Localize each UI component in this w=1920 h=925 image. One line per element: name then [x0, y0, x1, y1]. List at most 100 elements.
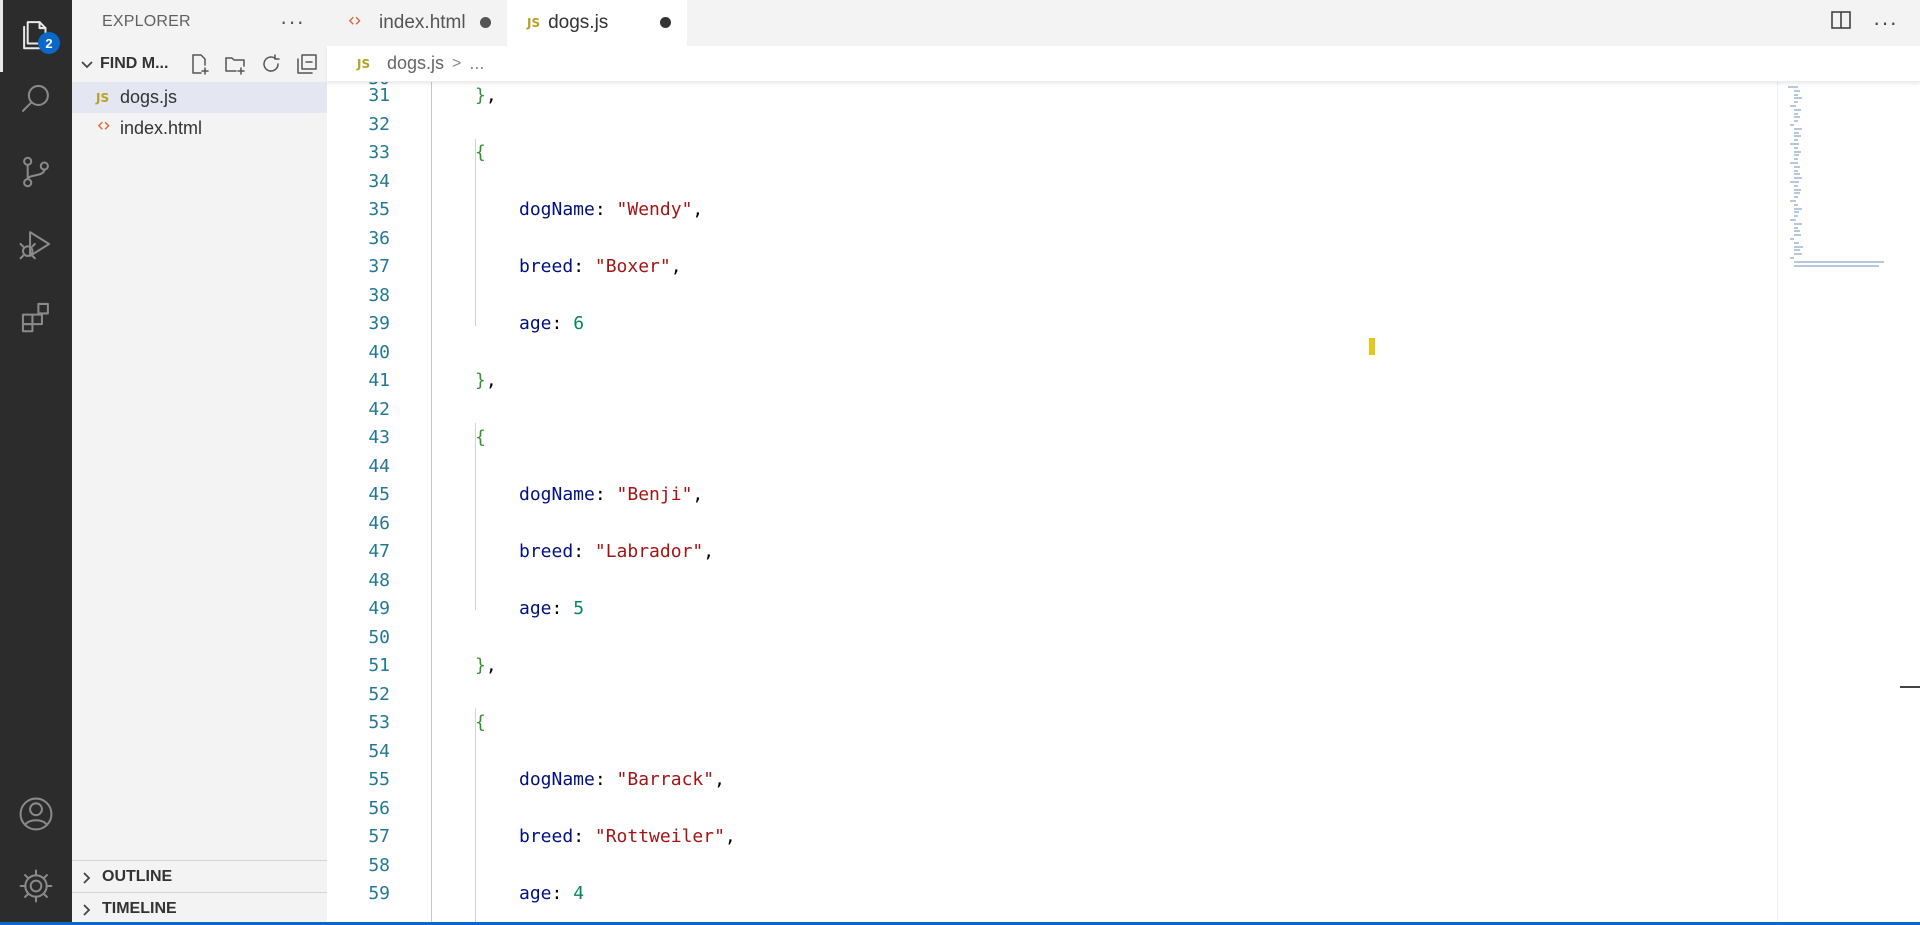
code-token: 4	[573, 883, 585, 904]
minimap-line	[1790, 105, 1796, 107]
minimap-line	[1790, 257, 1794, 259]
minimap-line	[1794, 158, 1798, 161]
code-line: 58	[327, 852, 1777, 880]
settings-button[interactable]	[0, 852, 72, 924]
minimap-line	[1794, 177, 1802, 180]
code-token: :	[594, 769, 617, 790]
line-number: 52	[368, 683, 390, 705]
code-text: },	[475, 367, 497, 395]
code-token: :	[551, 598, 574, 619]
minimap-line	[1794, 264, 1879, 267]
chevron-down-icon	[80, 58, 93, 70]
code-token: "Barrack"	[616, 769, 715, 790]
code-token: breed	[519, 256, 574, 277]
unsaved-dot-icon[interactable]	[660, 17, 671, 28]
line-number: 44	[368, 455, 390, 477]
code-line: 50	[327, 624, 1777, 652]
tab-index-html[interactable]: index.html	[327, 0, 507, 46]
search-button[interactable]	[0, 65, 72, 137]
minimap-line	[1794, 245, 1803, 248]
code-text: age: 5	[519, 595, 584, 623]
extensions-button[interactable]	[0, 283, 72, 355]
code-line: 32	[327, 111, 1777, 139]
code-token: "Rottweiler"	[594, 826, 725, 847]
breadcrumb-file[interactable]: dogs.js	[387, 53, 444, 74]
minimap-line	[1790, 162, 1798, 164]
code-token: :	[573, 541, 595, 562]
source-control-button[interactable]	[0, 138, 72, 210]
minimap-line	[1794, 215, 1798, 218]
code-text: {	[475, 424, 486, 452]
outline-panel-header[interactable]: OUTLINE	[72, 860, 327, 892]
sidebar-header: EXPLORER ···	[72, 0, 327, 44]
file-item-dogs-js[interactable]: JS dogs.js	[72, 82, 327, 113]
refresh-icon[interactable]	[259, 52, 283, 81]
code-token: ,	[485, 85, 497, 106]
new-folder-icon[interactable]	[223, 52, 247, 81]
line-number: 37	[368, 256, 390, 277]
code-text: age: 6	[519, 310, 584, 338]
collapse-all-icon[interactable]	[295, 52, 319, 81]
code-text: {	[475, 139, 486, 167]
code-text: dogName: "Barrack",	[519, 766, 725, 794]
code-token: {	[475, 427, 486, 448]
new-file-icon[interactable]	[187, 52, 211, 81]
minimap-line	[1794, 89, 1800, 92]
line-number: 56	[368, 797, 390, 819]
minimap[interactable]	[1777, 82, 1900, 925]
code-text: breed: "Boxer",	[519, 253, 682, 281]
tab-dogs-js[interactable]: JS dogs.js	[507, 0, 687, 46]
sidebar-title: EXPLORER	[102, 13, 191, 30]
folder-row[interactable]: FIND M...	[72, 50, 327, 78]
file-item-index-html[interactable]: index.html	[72, 113, 327, 144]
timeline-panel-header[interactable]: TIMELINE	[72, 892, 327, 924]
line-number: 41	[368, 370, 390, 391]
minimap-line	[1788, 86, 1798, 88]
code-token: :	[573, 256, 595, 277]
minimap-line	[1794, 203, 1798, 206]
code-token: age	[519, 598, 552, 619]
line-number: 45	[368, 484, 390, 505]
code-line: 39 age: 6	[327, 310, 1777, 338]
scrollbar-position-marker[interactable]	[1900, 686, 1920, 688]
code-token: ,	[703, 541, 715, 562]
code-text: },	[475, 652, 497, 680]
sidebar-more-button[interactable]: ···	[280, 9, 305, 35]
indent-guide	[475, 423, 476, 610]
minimap-line	[1794, 234, 1801, 237]
account-button[interactable]	[0, 780, 72, 852]
text-cursor	[1369, 338, 1375, 355]
line-number: 36	[368, 227, 390, 249]
breadcrumb-symbols[interactable]: ...	[469, 53, 484, 74]
code-line: 38	[327, 282, 1777, 310]
minimap-line	[1794, 146, 1798, 149]
minimap-line	[1794, 184, 1798, 187]
explorer-button[interactable]: 2	[0, 0, 72, 72]
code-token: :	[573, 826, 595, 847]
line-number: 42	[368, 398, 390, 420]
vscode-window: 2 EXPLORER ··· FIND M... JS dogs.js inde…	[0, 0, 1920, 925]
line-number: 34	[368, 170, 390, 192]
line-number: 40	[368, 341, 390, 363]
line-number: 49	[368, 598, 390, 619]
unsaved-dot-icon[interactable]	[480, 17, 491, 28]
line-number: 58	[368, 854, 390, 876]
file-name: dogs.js	[120, 87, 178, 107]
editor-more-button[interactable]: ···	[1873, 10, 1898, 36]
minimap-line	[1794, 253, 1802, 256]
code-token: ,	[714, 769, 725, 790]
code-line: 41},	[327, 367, 1777, 395]
line-number: 32	[368, 113, 390, 135]
code-token: age	[519, 883, 552, 904]
minimap-line	[1794, 112, 1798, 115]
split-editor-icon[interactable]	[1829, 8, 1853, 37]
code-line: 51},	[327, 652, 1777, 680]
run-debug-button[interactable]	[0, 210, 72, 282]
indent-guide	[475, 708, 476, 922]
explorer-sidebar: EXPLORER ··· FIND M... JS dogs.js index.…	[72, 0, 327, 925]
minimap-line	[1794, 222, 1802, 225]
code-line: 45 dogName: "Benji",	[327, 481, 1777, 509]
code-text: },	[475, 82, 497, 110]
code-token: }	[475, 370, 486, 391]
code-editor[interactable]: 30 31},3233{3435dogName: "Wendy",3637bre…	[327, 82, 1777, 922]
